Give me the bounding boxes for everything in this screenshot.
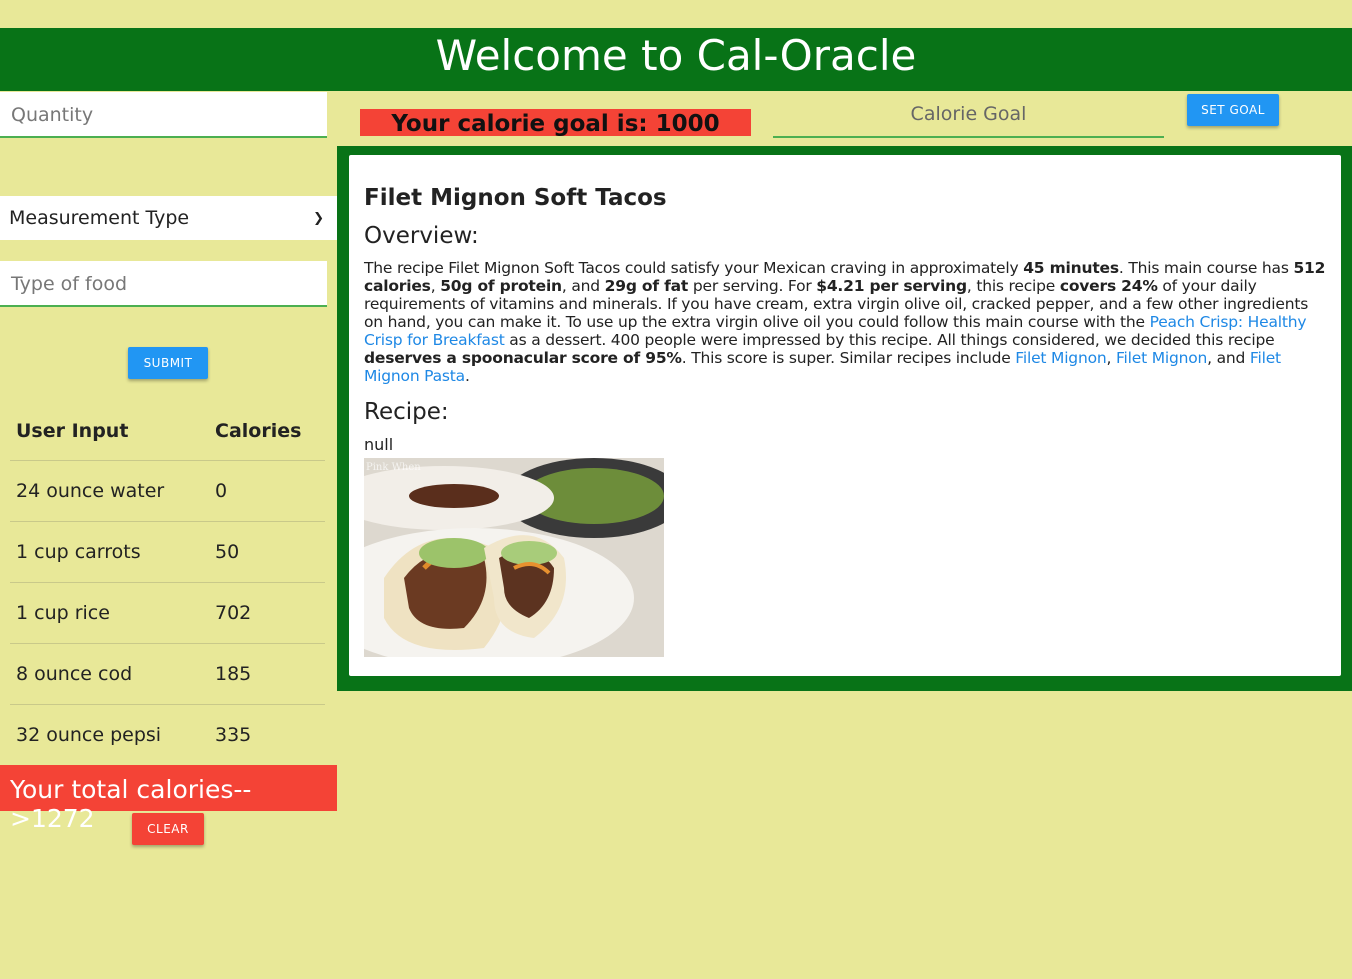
submit-button[interactable]: SUBMIT [128, 347, 208, 379]
food-input-cell: 1 cup carrots [10, 521, 209, 583]
total-calories-banner: Your total calories-->1272 [0, 765, 337, 833]
summary-bold: $4.21 per serving [816, 277, 967, 295]
food-input-cell: 1 cup rice [10, 582, 209, 644]
column-header: Calories [209, 402, 325, 461]
clear-label: CLEAR [147, 822, 189, 836]
food-type-input[interactable]: Type of food [0, 261, 327, 307]
chevron-down-icon: ❯ [313, 210, 324, 226]
summary-text: The recipe Filet Mignon Soft Tacos could… [364, 259, 1024, 277]
submit-label: SUBMIT [143, 356, 193, 370]
app-header: Welcome to Cal-Oracle [0, 28, 1352, 91]
overview-heading: Overview: [364, 223, 479, 249]
summary-text: , [1106, 349, 1116, 367]
tacos-illustration [364, 458, 664, 657]
food-input-cell: 32 ounce pepsi [16, 723, 162, 746]
calories-cell: 335 [215, 723, 252, 746]
summary-text: . [464, 367, 470, 385]
clear-button[interactable]: CLEAR [132, 813, 204, 845]
summary-bold: 29g of fat [604, 277, 689, 295]
calorie-table: User Input Calories 24 ounce water 0 1 c… [10, 402, 325, 765]
set-goal-label: SET GOAL [1201, 103, 1265, 117]
food-type-placeholder: Type of food [11, 273, 128, 295]
summary-bold: 45 minutes [1023, 259, 1119, 277]
calories-cell: 702 [209, 582, 325, 644]
calorie-goal-text: Your calorie goal is: 1000 [391, 111, 720, 137]
column-header: User Input [10, 402, 209, 461]
recipe-summary: The recipe Filet Mignon Soft Tacos could… [364, 259, 1326, 385]
table-header-row: User Input Calories [10, 402, 325, 461]
table-row: 24 ounce water 0 [10, 460, 325, 522]
summary-text: , [430, 277, 441, 295]
recipe-title: Filet Mignon Soft Tacos [364, 185, 667, 211]
calorie-goal-placeholder: Calorie Goal [910, 103, 1027, 125]
set-goal-button[interactable]: SET GOAL [1187, 94, 1279, 126]
table-row: 8 ounce cod 185 [10, 643, 325, 705]
calorie-goal-input[interactable]: Calorie Goal [773, 92, 1164, 138]
summary-text: . This score is super. Similar recipes i… [681, 349, 1016, 367]
recipe-instructions: null [364, 435, 394, 454]
summary-text: , this recipe [966, 277, 1060, 295]
food-input-cell: 24 ounce water [10, 460, 209, 522]
measurement-type-select[interactable]: Measurement Type ❯ [0, 196, 337, 240]
summary-text: per serving. For [688, 277, 817, 295]
calorie-goal-label: Your calorie goal is: 1000 [360, 109, 751, 137]
summary-bold: covers 24% [1059, 277, 1158, 295]
summary-text: as a dessert. 400 people were impressed … [504, 331, 1275, 349]
calories-cell: 185 [209, 643, 325, 705]
total-calories-text: Your total calories-->1272 [10, 775, 252, 833]
image-watermark: Pink When [366, 462, 421, 473]
summary-bold: deserves a spoonacular score of 95% [364, 349, 682, 367]
food-input-cell: 8 ounce cod [10, 643, 209, 705]
summary-text: , and [1207, 349, 1250, 367]
recipe-heading: Recipe: [364, 399, 449, 425]
calories-cell: 50 [209, 521, 325, 583]
summary-bold: 50g of protein [440, 277, 562, 295]
table-row: 1 cup carrots 50 [10, 521, 325, 583]
calories-cell: 0 [209, 460, 325, 522]
recipe-link-filet-mignon[interactable]: Filet Mignon [1015, 349, 1106, 367]
summary-text: , and [561, 277, 605, 295]
recipe-link-filet-mignon-2[interactable]: Filet Mignon [1116, 349, 1207, 367]
quantity-input[interactable]: Quantity [0, 92, 327, 138]
recipe-image: Pink When [364, 458, 664, 657]
recipe-card: Filet Mignon Soft Tacos Overview: The re… [349, 155, 1341, 676]
quantity-placeholder: Quantity [11, 104, 94, 126]
summary-text: . This main course has [1118, 259, 1294, 277]
app-title: Welcome to Cal-Oracle [435, 31, 917, 80]
table-row: 32 ounce pepsi 335 [10, 704, 325, 765]
table-row: 1 cup rice 702 [10, 582, 325, 644]
measurement-type-value: Measurement Type [9, 207, 190, 229]
